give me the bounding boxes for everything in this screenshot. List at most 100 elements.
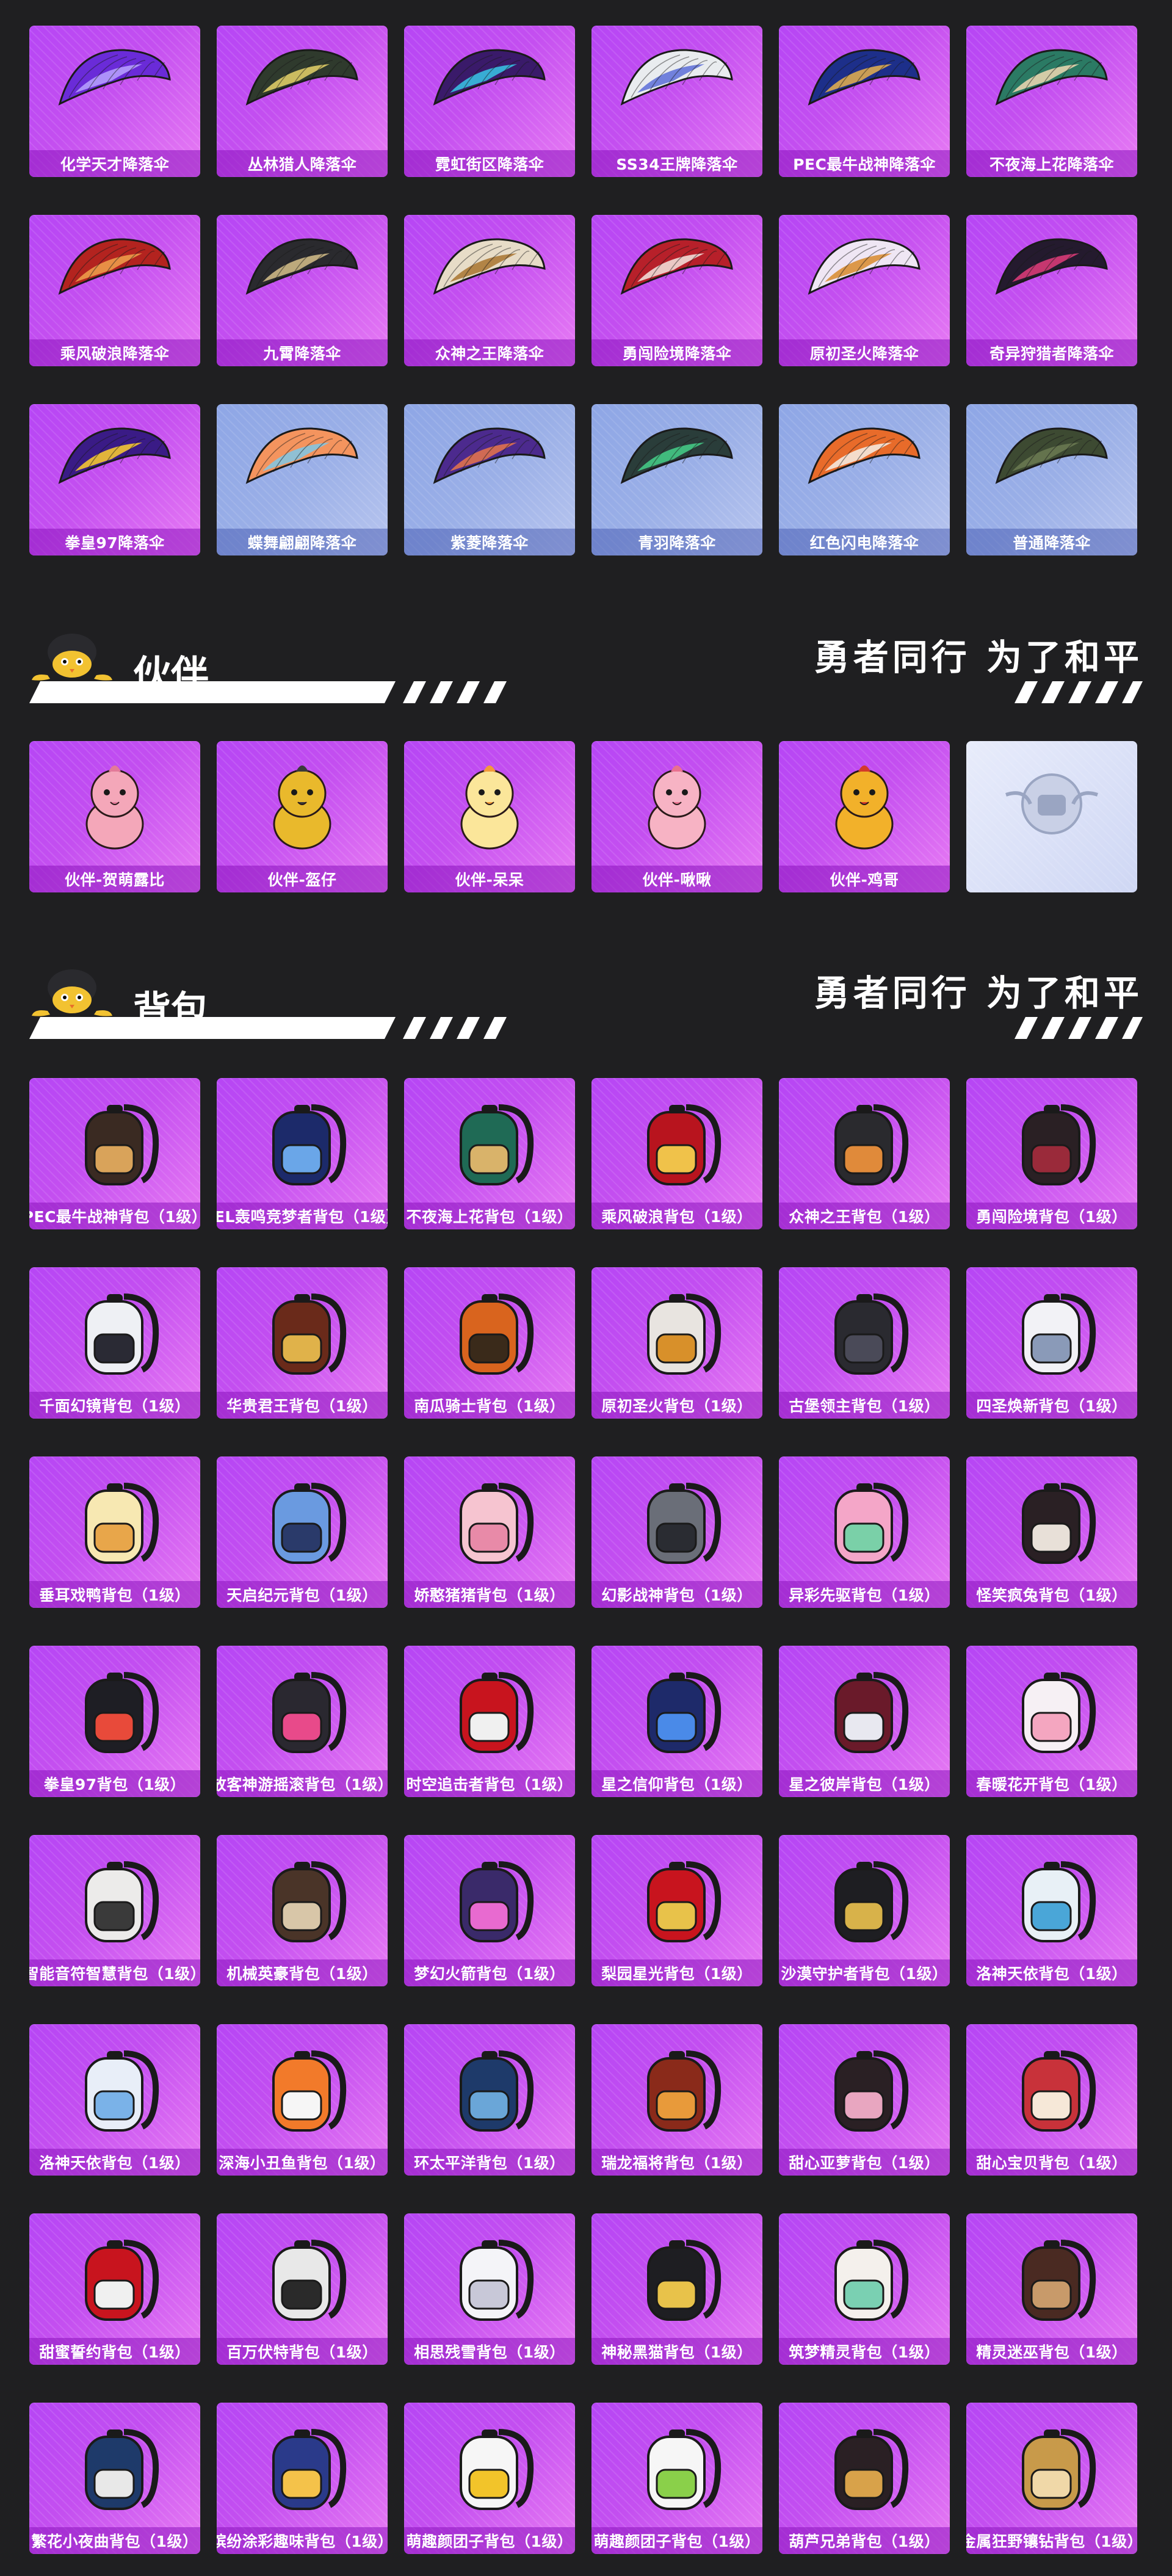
backpack-icon [425,1657,554,1760]
backpack-icon [613,1467,741,1571]
parachute-label: 霓虹街区降落伞 [404,150,575,177]
backpack-card[interactable]: 瑞龙福将背包（1级） [591,2024,762,2176]
parachute-card[interactable]: 乘风破浪降落伞 [29,215,200,366]
backpack-icon [238,2414,366,2517]
backpack-card[interactable]: PEC最牛战神背包（1级） [29,1078,200,1229]
parachute-icon [425,226,554,330]
backpack-icon [988,1278,1116,1382]
backpack-card[interactable]: 甜心亚萝背包（1级） [779,2024,950,2176]
parachute-card[interactable]: 普通降落伞 [966,404,1137,555]
backpack-label: 缤纷涂彩趣味背包（1级） [217,2527,388,2554]
backpack-card[interactable]: 娇憨猪猪背包（1级） [404,1456,575,1608]
backpack-icon [238,1467,366,1571]
backpack-card[interactable]: 华贵君王背包（1级） [217,1267,388,1419]
backpack-card[interactable]: 众神之王背包（1级） [779,1078,950,1229]
parachute-card[interactable]: 蝶舞翩翩降落伞 [217,404,388,555]
partner-card[interactable]: 伙伴-啾啾 [591,741,762,892]
backpack-card[interactable]: 怪笑疯兔背包（1级） [966,1456,1137,1608]
backpack-card[interactable]: 梨园星光背包（1级） [591,1835,762,1986]
backpack-card[interactable]: 星之信仰背包（1级） [591,1646,762,1797]
backpack-card[interactable]: 梦幻火箭背包（1级） [404,1835,575,1986]
backpack-icon [988,2224,1116,2328]
backpack-card[interactable]: 繁花小夜曲背包（1级） [29,2403,200,2554]
parachute-card[interactable]: 奇异狩猎者降落伞 [966,215,1137,366]
parachute-card[interactable]: 化学天才降落伞 [29,26,200,177]
backpack-icon [800,1467,928,1571]
parachute-card[interactable]: 原初圣火降落伞 [779,215,950,366]
backpack-card[interactable]: 相思残雪背包（1级） [404,2213,575,2365]
backpack-card[interactable]: 不夜海上花背包（1级） [404,1078,575,1229]
backpack-label: 神秘黑猫背包（1级） [591,2338,762,2365]
backpack-label: 相思残雪背包（1级） [404,2338,575,2365]
backpack-card[interactable]: 甜心宝贝背包（1级） [966,2024,1137,2176]
backpack-card[interactable]: 垂耳戏鸭背包（1级） [29,1456,200,1608]
parachute-label: SS34王牌降落伞 [591,150,762,177]
backpack-icon [425,2224,554,2328]
parachute-card[interactable]: 拳皇97降落伞 [29,404,200,555]
backpack-card[interactable]: 智能音符智慧背包（1级） [29,1835,200,1986]
backpack-card[interactable]: 异彩先驱背包（1级） [779,1456,950,1608]
backpack-card[interactable]: 缤纷涂彩趣味背包（1级） [217,2403,388,2554]
parachute-card[interactable]: 红色闪电降落伞 [779,404,950,555]
parachute-card[interactable]: 不夜海上花降落伞 [966,26,1137,177]
parachute-label: 乘风破浪降落伞 [29,339,200,366]
parachute-card[interactable]: 众神之王降落伞 [404,215,575,366]
backpack-card[interactable]: 环太平洋背包（1级） [404,2024,575,2176]
parachute-card[interactable]: 青羽降落伞 [591,404,762,555]
parachute-label: 紫菱降落伞 [404,529,575,555]
parachute-card[interactable]: 勇闯险境降落伞 [591,215,762,366]
backpack-card[interactable]: PEL轰鸣竞梦者背包（1级） [217,1078,388,1229]
backpack-card[interactable]: 四圣焕新背包（1级） [966,1267,1137,1419]
backpack-card[interactable]: 机械英豪背包（1级） [217,1835,388,1986]
backpack-card[interactable]: 葫芦兄弟背包（1级） [779,2403,950,2554]
backpack-icon [800,2224,928,2328]
backpack-card[interactable]: 萌趣颜团子背包（1级） [404,2403,575,2554]
backpack-card[interactable]: 深海小丑鱼背包（1级） [217,2024,388,2176]
backpack-card[interactable]: 南瓜骑士背包（1级） [404,1267,575,1419]
backpack-card[interactable]: 时空追击者背包（1级） [404,1646,575,1797]
backpack-card[interactable]: 神秘黑猫背包（1级） [591,2213,762,2365]
backpack-card[interactable]: 千面幻镜背包（1级） [29,1267,200,1419]
backpack-card[interactable]: 沙漠守护者背包（1级） [779,1835,950,1986]
parachute-card[interactable]: SS34王牌降落伞 [591,26,762,177]
backpack-card[interactable]: 放客神游摇滚背包（1级） [217,1646,388,1797]
mascot-icon [32,634,112,681]
backpack-label: 洛神天依背包（1级） [29,2149,200,2176]
backpack-card[interactable]: 甜蜜誓约背包（1级） [29,2213,200,2365]
backpack-icon [51,1657,179,1760]
backpack-card[interactable]: 百万伏特背包（1级） [217,2213,388,2365]
backpack-card[interactable]: 洛神天依背包（1级） [29,2024,200,2176]
backpack-icon [613,1846,741,1950]
backpack-grid: PEC最牛战神背包（1级） PEL轰鸣竞梦者背包（1级） 不夜海上花背包（1级） 乘风… [29,1078,1137,2554]
parachute-card[interactable]: 紫菱降落伞 [404,404,575,555]
backpack-card[interactable]: 幻影战神背包（1级） [591,1456,762,1608]
backpack-card[interactable]: 古堡领主背包（1级） [779,1267,950,1419]
backpack-card[interactable]: 洛神天依背包（1级） [966,1835,1137,1986]
partner-card[interactable]: 伙伴-鸡哥 [779,741,950,892]
partner-card[interactable]: 伙伴-盔仔 [217,741,388,892]
backpack-label: 繁花小夜曲背包（1级） [29,2527,200,2554]
backpack-card[interactable]: 原初圣火背包（1级） [591,1267,762,1419]
backpack-card[interactable]: 星之彼岸背包（1级） [779,1646,950,1797]
partner-card[interactable]: 伙伴-贺萌露比 [29,741,200,892]
partner-card[interactable]: 伙伴-呆呆 [404,741,575,892]
backpack-card[interactable]: 拳皇97背包（1级） [29,1646,200,1797]
parachute-card[interactable]: 丛林猎人降落伞 [217,26,388,177]
backpack-card[interactable]: 勇闯险境背包（1级） [966,1078,1137,1229]
partner-card[interactable] [966,741,1137,892]
decor-stripe-bar [1015,1017,1143,1039]
backpack-label: 甜心亚萝背包（1级） [779,2149,950,2176]
backpack-icon [800,2035,928,2139]
backpack-card[interactable]: 精灵迷巫背包（1级） [966,2213,1137,2365]
backpack-card[interactable]: 春暖花开背包（1级） [966,1646,1137,1797]
parachute-card[interactable]: 霓虹街区降落伞 [404,26,575,177]
backpack-card[interactable]: 萌趣颜团子背包（1级） [591,2403,762,2554]
backpack-card[interactable]: 天启纪元背包（1级） [217,1456,388,1608]
backpack-card[interactable]: 乘风破浪背包（1级） [591,1078,762,1229]
parachute-card[interactable]: PEC最牛战神降落伞 [779,26,950,177]
backpack-card[interactable]: 金属狂野镶钻背包（1级） [966,2403,1137,2554]
backpack-card[interactable]: 筑梦精灵背包（1级） [779,2213,950,2365]
backpack-label: PEL轰鸣竞梦者背包（1级） [217,1203,388,1229]
backpack-icon [238,1278,366,1382]
parachute-card[interactable]: 九霄降落伞 [217,215,388,366]
